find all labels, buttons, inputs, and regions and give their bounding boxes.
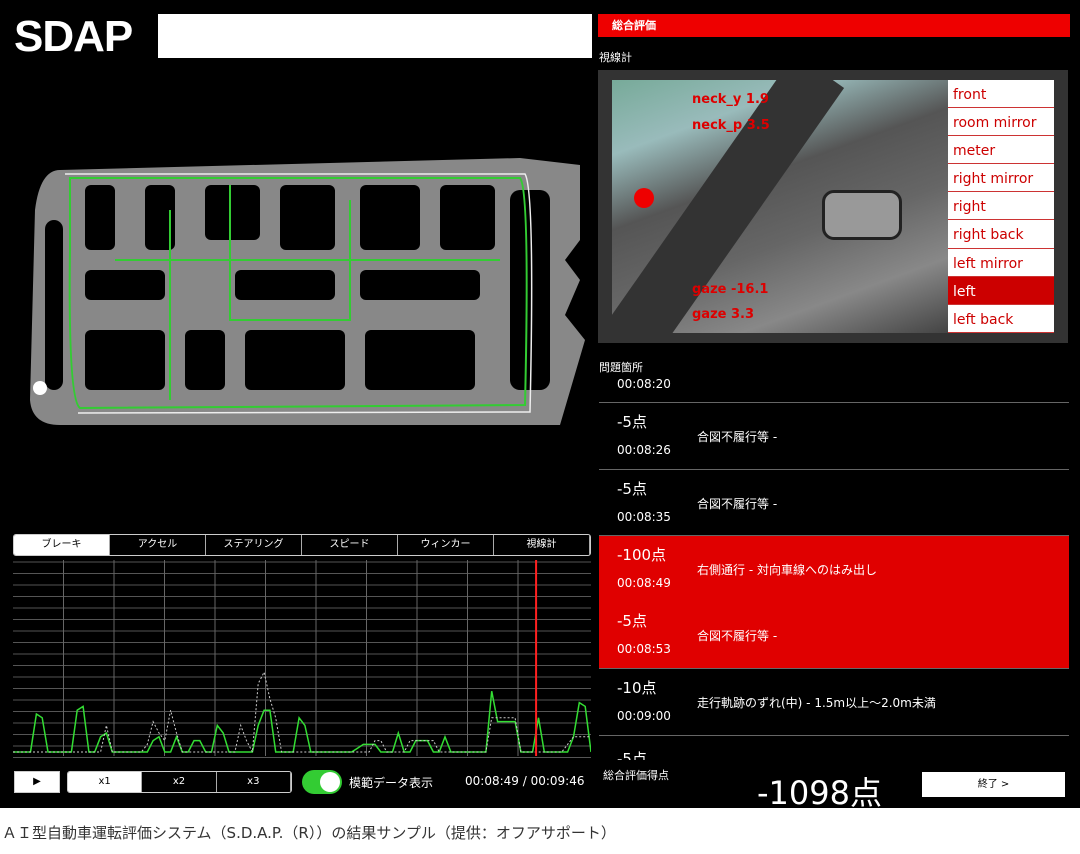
issue-row[interactable]: -5点 00:08:26 合図不履行等 - — [599, 402, 1069, 469]
playback-speed-selector: x1 x2 x3 — [67, 771, 292, 793]
issue-row[interactable]: -100点 00:08:49 右側通行 - 対向車線へのはみ出し — [599, 535, 1069, 602]
issue-points: -5点 — [617, 612, 647, 630]
issue-time: 00:08:53 — [617, 642, 671, 656]
gaze-target-front: front — [948, 80, 1054, 109]
model-data-label: 模範データ表示 — [349, 776, 434, 790]
gaze-target-left-back: left back — [948, 305, 1054, 333]
speed-x3-button[interactable]: x3 — [217, 772, 291, 792]
issue-time: 00:08:35 — [617, 510, 671, 524]
gaze-section-title: 視線計 — [599, 51, 632, 64]
issue-row[interactable]: -5点 00:08:35 合図不履行等 - — [599, 469, 1069, 535]
overlay-gaze-x: gaze -16.1 — [692, 282, 769, 297]
tab-turn-signal[interactable]: ウィンカー — [398, 535, 494, 555]
gaze-camera-panel: neck_y 1.9 neck_p 3.5 gaze -16.1 gaze 3.… — [598, 70, 1068, 343]
gaze-target-left-mirror: left mirror — [948, 249, 1054, 277]
gaze-target-left: left — [948, 276, 1054, 305]
brake-chart — [13, 560, 591, 758]
end-button[interactable]: 終了 > — [922, 772, 1065, 797]
gaze-target-list: front room mirror meter right mirror right ri… — [948, 80, 1054, 333]
issue-row[interactable]: -5点 00:08:53 合図不履行等 - — [599, 602, 1069, 668]
vehicle-position-marker — [33, 381, 47, 395]
issue-points: -100点 — [617, 546, 667, 564]
app-logo: SDAP — [14, 12, 133, 61]
issue-points: -5点 — [617, 480, 647, 498]
issue-points: -5点 — [617, 750, 647, 760]
gaze-target-room-mirror: room mirror — [948, 108, 1054, 137]
gaze-point-marker — [634, 188, 654, 208]
overall-evaluation-header: 総合評価 — [598, 14, 1070, 37]
tab-accelerator[interactable]: アクセル — [110, 535, 206, 555]
issue-time: 00:08:20 — [617, 377, 671, 391]
overlay-neck-y: neck_y 1.9 — [692, 92, 769, 107]
issue-description: 合図不履行等 - — [697, 430, 778, 444]
overlay-gaze-y: gaze 3.3 — [692, 307, 755, 322]
tab-brake[interactable]: ブレーキ — [14, 535, 110, 555]
issue-description: 合図不履行等 - — [697, 497, 778, 511]
issue-points: -5点 — [617, 413, 647, 431]
image-caption: ＡＩ型自動車運転評価システム（S.D.A.P.（R））の結果サンプル（提供：オフ… — [2, 824, 616, 842]
speed-x1-button[interactable]: x1 — [68, 772, 143, 792]
course-map — [30, 158, 585, 425]
speed-x2-button[interactable]: x2 — [142, 772, 217, 792]
chart-tabs: ブレーキ アクセル ステアリング スピード ウィンカー 視線計 — [13, 534, 591, 556]
total-score: -1098点 — [757, 774, 882, 812]
problem-section-title: 問題箇所 — [599, 361, 643, 374]
issue-time: 00:08:26 — [617, 443, 671, 457]
tab-speed[interactable]: スピード — [302, 535, 398, 555]
tab-steering[interactable]: ステアリング — [206, 535, 302, 555]
camera-view: neck_y 1.9 neck_p 3.5 gaze -16.1 gaze 3.… — [612, 80, 948, 333]
toggle-knob — [320, 772, 340, 792]
overlay-neck-p: neck_p 3.5 — [692, 118, 770, 133]
title-box — [158, 14, 592, 58]
gaze-target-right: right — [948, 192, 1054, 221]
issue-time: 00:08:49 — [617, 576, 671, 590]
playback-time: 00:08:49 / 00:09:46 — [465, 774, 585, 788]
issue-description: 右側通行 - 対向車線へのはみ出し — [697, 563, 877, 577]
tab-gaze[interactable]: 視線計 — [494, 535, 590, 555]
app-screen: SDAP ブレーキ アクセル ステアリング スピード ウィンカー 視線計 ▶ x… — [0, 0, 1080, 812]
gaze-target-right-back: right back — [948, 220, 1054, 249]
issue-row[interactable]: -5点 — [599, 735, 1069, 760]
issue-time: 00:09:00 — [617, 709, 671, 723]
gaze-target-right-mirror: right mirror — [948, 164, 1054, 193]
model-data-toggle[interactable] — [302, 770, 342, 794]
play-button[interactable]: ▶ — [14, 771, 60, 793]
issue-points: -10点 — [617, 679, 657, 697]
issue-description: 合図不履行等 - — [697, 629, 778, 643]
gaze-target-meter: meter — [948, 136, 1054, 165]
issue-description: 走行軌跡のずれ(中) - 1.5m以上～2.0m未満 — [697, 696, 936, 710]
total-score-label: 総合評価得点 — [603, 769, 669, 782]
issue-row[interactable]: -10点 00:09:00 走行軌跡のずれ(中) - 1.5m以上～2.0m未満 — [599, 668, 1069, 735]
